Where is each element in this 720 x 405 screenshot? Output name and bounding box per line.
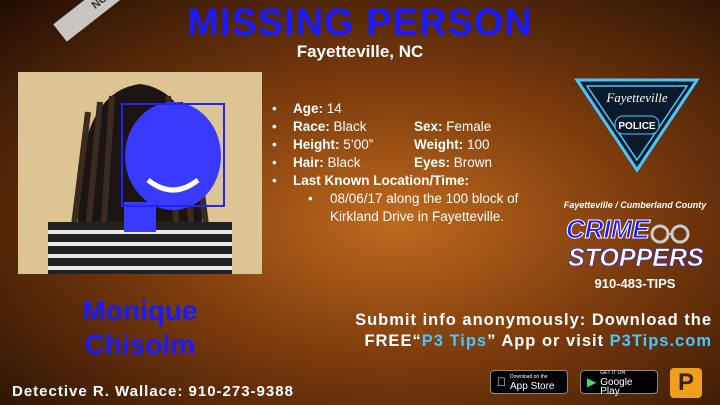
last-name: Chisolm	[84, 329, 196, 360]
crimestoppers-crime: CRIME	[566, 214, 651, 245]
police-logo-city: Fayetteville	[605, 90, 668, 105]
face-detection-box	[121, 103, 225, 207]
submit-line2: FREE“P3 Tips” App or visit P3Tips.com	[364, 332, 712, 350]
crimestoppers-stoppers: STOPPERS	[568, 244, 704, 273]
apple-icon: 	[497, 375, 506, 389]
person-photo	[18, 72, 262, 274]
person-name: Monique Chisolm	[18, 294, 262, 362]
play-icon: ▶	[587, 375, 597, 389]
p3-tips-logo-icon[interactable]: P	[670, 368, 702, 398]
crimestoppers-heading: Fayetteville / Cumberland County	[563, 200, 707, 210]
police-logo: Fayetteville POLICE	[573, 76, 701, 174]
p3-website: P3Tips.com	[609, 332, 712, 350]
submit-line1: Submit info anonymously: Download the	[355, 311, 712, 329]
poster-title: MISSING PERSON	[187, 2, 533, 44]
google-play-badge[interactable]: ▶ GET IT ON Google Play	[580, 370, 658, 396]
first-name: Monique	[82, 295, 198, 326]
p3-app-name: P3 Tips	[421, 332, 488, 350]
submit-info-text: Submit info anonymously: Download the FR…	[355, 310, 712, 352]
detective-contact: Detective R. Wallace: 910-273-9388	[12, 383, 294, 400]
city-label: Fayetteville, NC	[296, 42, 424, 61]
app-store-badge[interactable]:  Download on theApp Store	[490, 370, 568, 394]
crimestoppers-phone: 910-483-TIPS	[594, 276, 676, 291]
police-logo-text: POLICE	[618, 121, 656, 132]
